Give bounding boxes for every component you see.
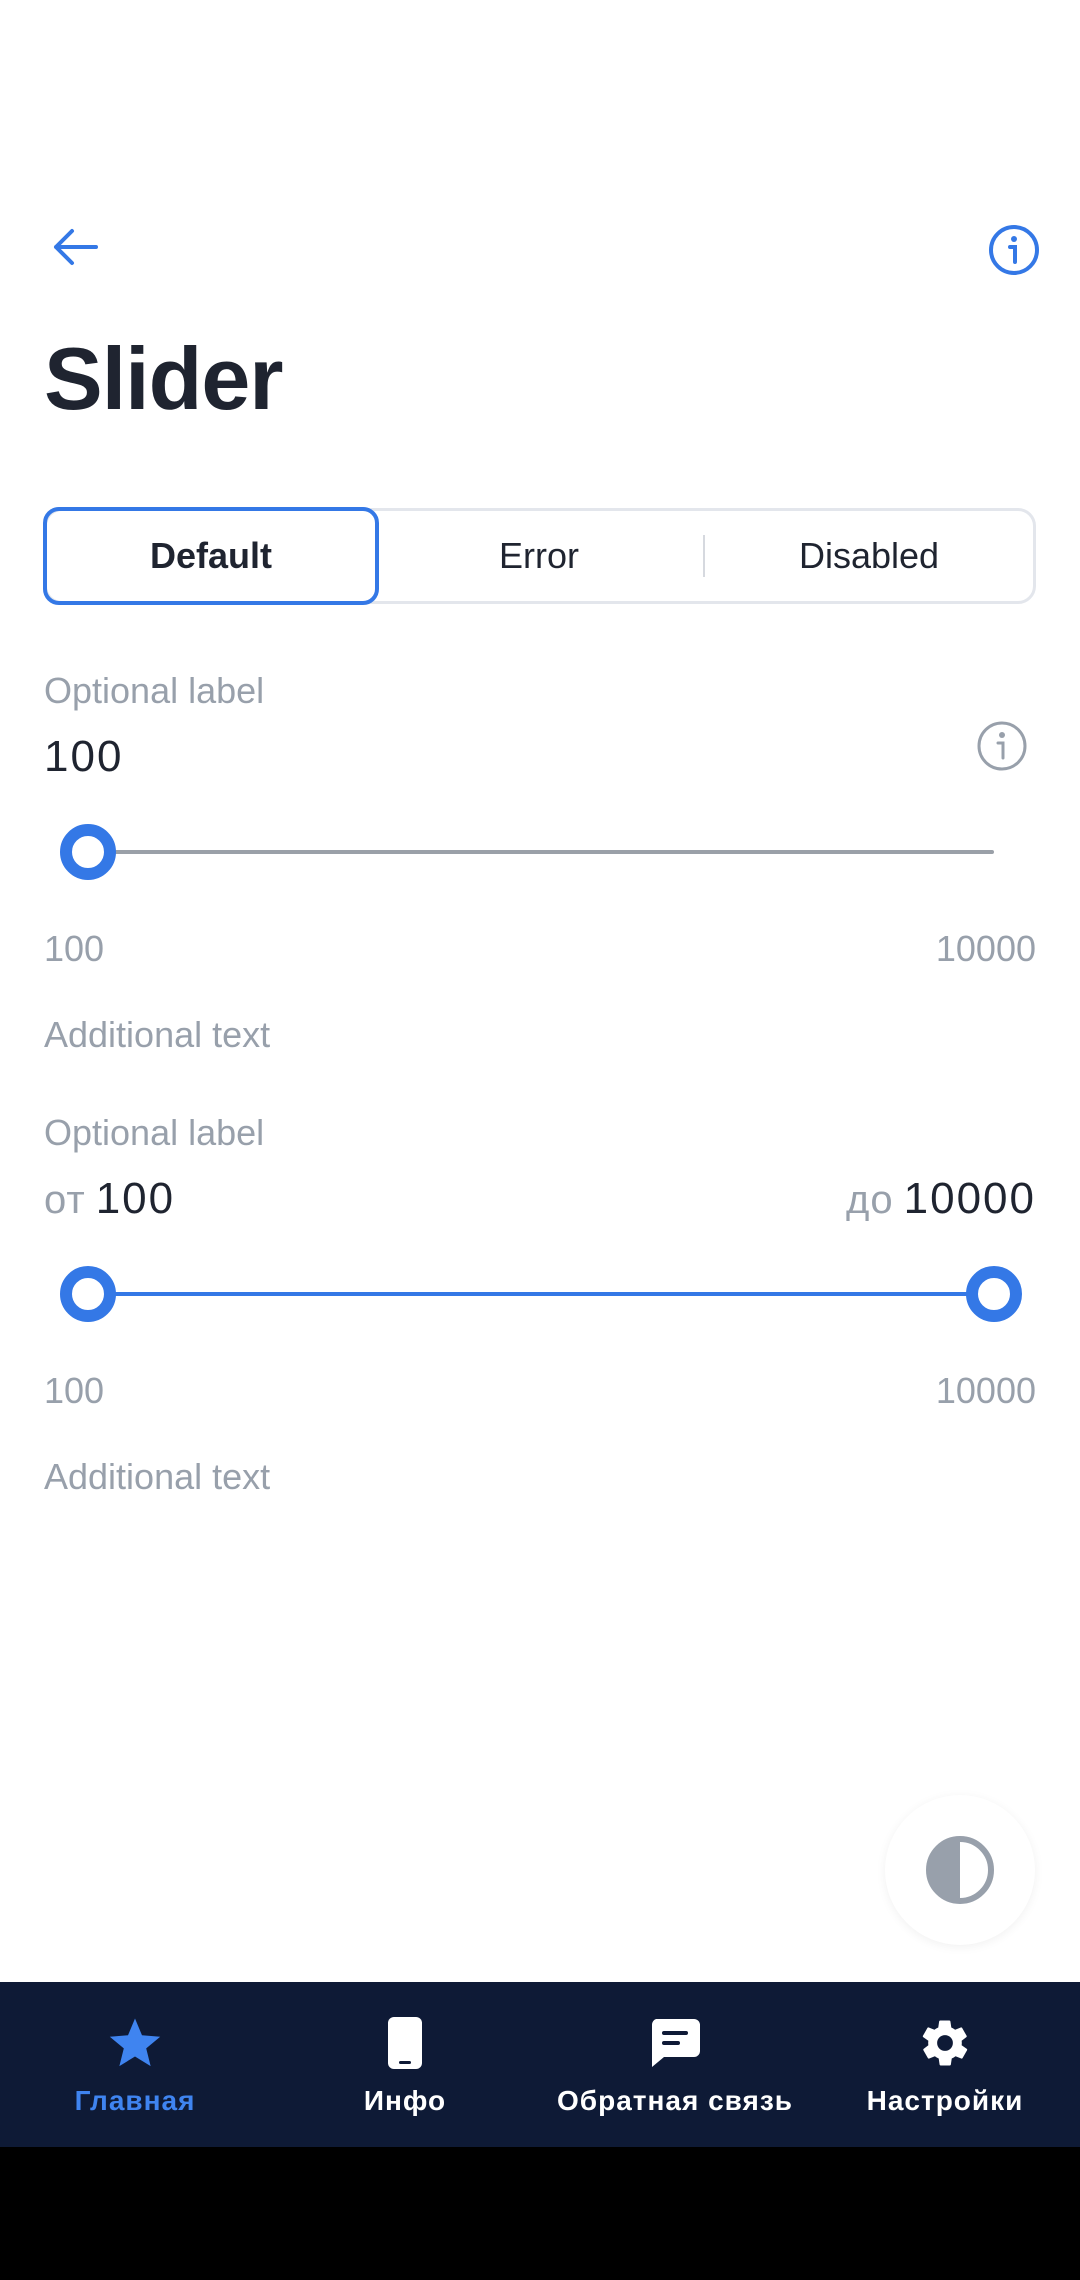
nav-label-info: Инфо: [363, 2084, 447, 2116]
range-slider-from-thumb[interactable]: [60, 1266, 116, 1322]
info-circle-icon: [989, 225, 1039, 275]
range-slider-min: 100: [44, 1370, 105, 1411]
single-slider-max: 10000: [935, 928, 1036, 969]
nav-label-settings: Настройки: [866, 2084, 1024, 2116]
range-to-prefix: до: [846, 1178, 894, 1222]
phone-icon: [375, 2013, 435, 2073]
range-to-value: 10000: [903, 1174, 1036, 1223]
system-navigation-bar: [0, 2147, 1080, 2280]
gear-icon: [915, 2013, 975, 2073]
nav-item-home[interactable]: Главная: [0, 1982, 270, 2147]
single-slider-thumb[interactable]: [60, 824, 116, 880]
range-slider-track[interactable]: [88, 1292, 994, 1296]
range-slider-to: до 10000: [846, 1174, 1036, 1224]
range-slider-label: Optional label: [44, 1112, 265, 1153]
page-title: Slider: [44, 329, 284, 428]
tab-error[interactable]: Error: [375, 511, 703, 601]
range-from-value: 100: [95, 1174, 176, 1223]
nav-label-feedback: Обратная связь: [557, 2084, 793, 2116]
range-from-prefix: от: [44, 1178, 86, 1222]
contrast-icon: [926, 1836, 994, 1904]
nav-item-info[interactable]: Инфо: [270, 1982, 540, 2147]
back-button[interactable]: [40, 212, 110, 282]
range-slider-max: 10000: [935, 1370, 1036, 1411]
single-slider-info-button[interactable]: [972, 716, 1032, 776]
info-circle-icon: [977, 721, 1027, 771]
tab-default[interactable]: Default: [43, 507, 379, 605]
nav-label-home: Главная: [74, 2084, 196, 2116]
single-slider-label: Optional label: [44, 670, 265, 711]
theme-toggle-button[interactable]: [885, 1795, 1035, 1945]
state-segmented-control: Default Error Disabled: [43, 507, 1036, 605]
range-slider-to-thumb[interactable]: [966, 1266, 1022, 1322]
single-slider-track[interactable]: [88, 850, 994, 854]
chat-icon: [645, 2013, 705, 2073]
bottom-navigation: Главная Инфо Обратная связь Настройки: [0, 1982, 1080, 2147]
tab-disabled[interactable]: Disabled: [705, 511, 1033, 601]
range-slider-from: от 100: [44, 1174, 175, 1224]
nav-item-feedback[interactable]: Обратная связь: [540, 1982, 810, 2147]
star-icon: [105, 2013, 165, 2073]
info-button[interactable]: [976, 212, 1052, 288]
range-slider-helper: Additional text: [44, 1456, 271, 1497]
single-slider-value: 100: [44, 732, 124, 781]
nav-item-settings[interactable]: Настройки: [810, 1982, 1080, 2147]
arrow-left-icon: [54, 229, 98, 265]
single-slider-helper: Additional text: [44, 1014, 271, 1055]
single-slider-min: 100: [44, 928, 105, 969]
